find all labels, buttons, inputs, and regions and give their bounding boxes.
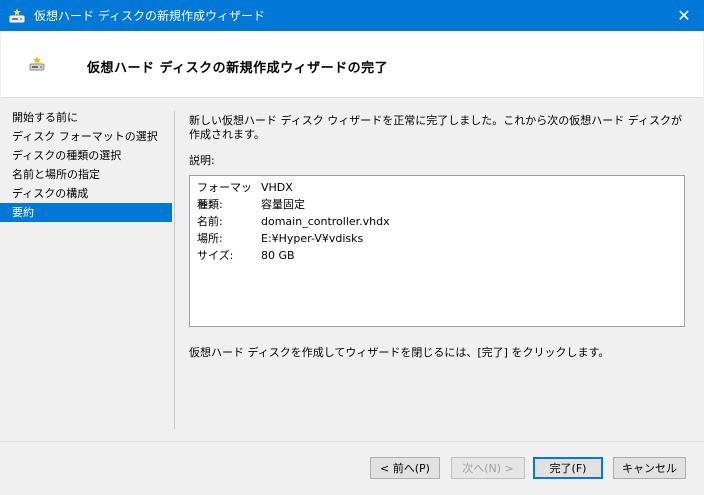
summary-key: フォーマット: <box>197 181 252 211</box>
page-title: 仮想ハード ディスクの新規作成ウィザードの完了 <box>87 61 389 76</box>
intro-text: 新しい仮想ハード ディスク ウィザードを正常に完了しました。これから次の仮想ハー… <box>189 114 682 141</box>
nav-item-name-location[interactable]: 名前と場所の指定 <box>0 165 172 184</box>
finish-button[interactable]: 完了(F) <box>533 457 603 479</box>
window-title: 仮想ハード ディスクの新規作成ウィザード <box>34 9 265 23</box>
summary-key: 名前: <box>197 215 223 228</box>
description-label: 説明: <box>189 154 215 167</box>
nav-item-summary[interactable]: 要約 <box>0 203 172 222</box>
nav-item-before-you-begin[interactable]: 開始する前に <box>0 108 172 127</box>
hard-disk-icon <box>29 56 45 71</box>
next-button[interactable]: 次へ(N) > <box>451 457 525 479</box>
summary-row: フォーマット: VHDX <box>197 179 684 211</box>
nav-divider <box>174 111 175 429</box>
button-bar-divider <box>0 441 704 442</box>
wizard-steps-nav: 開始する前に ディスク フォーマットの選択 ディスクの種類の選択 名前と場所の指… <box>0 108 172 222</box>
summary-row: 場所: E:¥Hyper-V¥vdisks <box>197 230 684 247</box>
summary-row: 名前: domain_controller.vhdx <box>197 213 684 230</box>
summary-value: domain_controller.vhdx <box>261 215 390 228</box>
wizard-header: 仮想ハード ディスクの新規作成ウィザードの完了 <box>1 31 703 98</box>
nav-item-choose-format[interactable]: ディスク フォーマットの選択 <box>0 127 172 146</box>
back-button[interactable]: < 前へ(P) <box>370 457 440 479</box>
summary-value: E:¥Hyper-V¥vdisks <box>261 232 364 245</box>
hard-disk-icon <box>9 7 25 22</box>
close-button[interactable]: ✕ <box>664 0 704 31</box>
wizard-window: 仮想ハード ディスクの新規作成ウィザード ✕ 仮想ハード ディスクの新規作成ウィ… <box>0 0 704 495</box>
title-bar[interactable]: 仮想ハード ディスクの新規作成ウィザード ✕ <box>0 0 704 31</box>
summary-value: VHDX <box>261 181 293 194</box>
summary-value: 容量固定 <box>261 198 305 211</box>
finish-instruction: 仮想ハード ディスクを作成してウィザードを閉じるには、[完了] をクリックします… <box>189 346 610 359</box>
nav-item-choose-type[interactable]: ディスクの種類の選択 <box>0 146 172 165</box>
summary-box[interactable]: フォーマット: VHDX 種類: 容量固定 名前: domain_control… <box>189 175 685 327</box>
nav-item-configure-disk[interactable]: ディスクの構成 <box>0 184 172 203</box>
summary-key: サイズ: <box>197 249 234 262</box>
close-icon: ✕ <box>677 6 691 25</box>
summary-content: 新しい仮想ハード ディスク ウィザードを正常に完了しました。これから次の仮想ハー… <box>189 114 689 168</box>
summary-row: 種類: 容量固定 <box>197 196 684 213</box>
cancel-button[interactable]: キャンセル <box>613 457 686 479</box>
summary-key: 種類: <box>197 198 223 211</box>
summary-value: 80 GB <box>261 249 295 262</box>
summary-key: 場所: <box>197 232 223 245</box>
summary-row: サイズ: 80 GB <box>197 247 684 264</box>
